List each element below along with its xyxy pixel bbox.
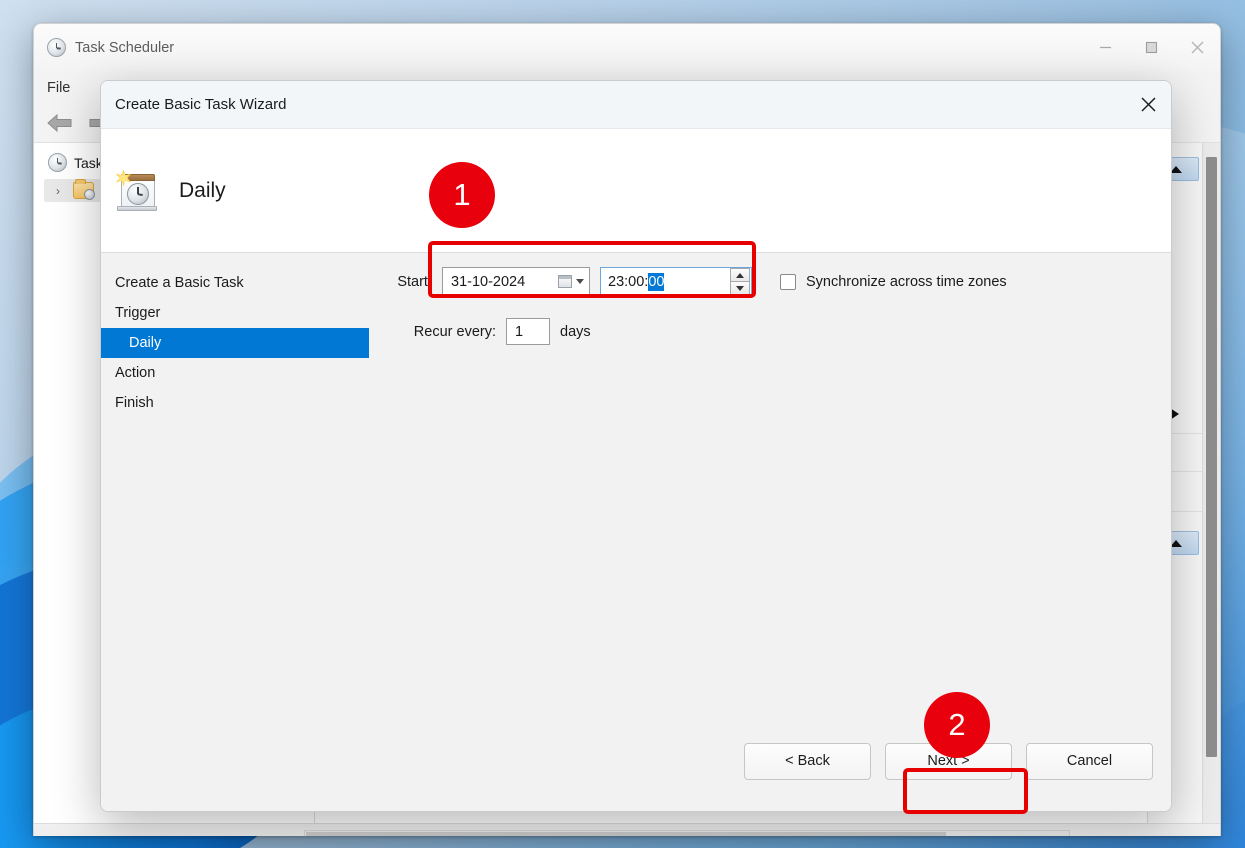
wizard-step-nav: Create a Basic Task Trigger Daily Action…: [101, 253, 369, 418]
window-controls: [1082, 24, 1220, 71]
wizard-close-button[interactable]: [1125, 81, 1171, 128]
chevron-down-icon[interactable]: [576, 279, 584, 284]
clock-icon: [48, 153, 67, 172]
start-date-input[interactable]: 31-10-2024: [442, 267, 590, 296]
nav-step-create-a-basic-task[interactable]: Create a Basic Task: [101, 268, 369, 298]
wizard-footer: < Back Next > Cancel: [101, 711, 1171, 811]
recur-interval-value: 1: [515, 323, 524, 340]
start-time-input[interactable]: 23:00:00: [600, 267, 752, 296]
window-titlebar: Task Scheduler: [34, 24, 1220, 71]
recur-label: Recur every:: [413, 323, 496, 340]
status-bar: ···: [34, 823, 1220, 836]
nav-step-daily[interactable]: Daily: [101, 328, 369, 358]
recur-row: Recur every: 1 days: [386, 318, 1171, 345]
sync-time-zones-checkbox[interactable]: [780, 273, 796, 290]
start-row: Start: 31-10-2024 23:00:00 Synchronize a…: [386, 267, 1171, 296]
annotation-badge-1: 1: [429, 162, 495, 228]
cancel-button[interactable]: Cancel: [1026, 742, 1153, 780]
chevron-right-icon[interactable]: ›: [56, 184, 68, 198]
recur-interval-input[interactable]: 1: [506, 318, 550, 345]
maximize-button[interactable]: [1128, 24, 1174, 71]
wizard-page-title: Daily: [179, 178, 226, 202]
wizard-header: Daily: [101, 129, 1171, 253]
start-time-value: 23:00:00: [608, 272, 730, 291]
window-title: Task Scheduler: [75, 39, 175, 56]
vertical-scrollbar[interactable]: [1202, 143, 1220, 823]
start-label: Start:: [397, 273, 432, 290]
recur-unit-label: days: [560, 323, 591, 340]
wizard-title: Create Basic Task Wizard: [115, 96, 287, 113]
annotation-badge-2: 2: [924, 692, 990, 758]
horizontal-scrollbar-thumb[interactable]: [306, 832, 946, 836]
tree-root-label: Task: [74, 154, 103, 171]
close-button[interactable]: [1174, 24, 1220, 71]
spinner-up-icon[interactable]: [730, 268, 750, 281]
calendar-clock-icon: [115, 169, 159, 212]
start-date-value: 31-10-2024: [451, 273, 526, 290]
menu-item-file[interactable]: File: [47, 80, 70, 96]
time-spinner[interactable]: [730, 268, 750, 295]
task-folder-icon: [73, 179, 95, 200]
spinner-down-icon[interactable]: [730, 281, 750, 295]
wizard-titlebar: Create Basic Task Wizard: [101, 81, 1171, 129]
sync-time-zones-label: Synchronize across time zones: [806, 273, 1007, 290]
task-scheduler-app-icon: [47, 38, 66, 57]
minimize-button[interactable]: [1082, 24, 1128, 71]
nav-step-trigger[interactable]: Trigger: [101, 298, 369, 328]
horizontal-scrollbar[interactable]: [304, 830, 1070, 836]
wizard-form: Start: 31-10-2024 23:00:00 Synchronize a…: [386, 253, 1171, 355]
back-button[interactable]: < Back: [744, 742, 871, 780]
vertical-scrollbar-thumb[interactable]: [1206, 157, 1217, 757]
start-time-prefix: 23:00:: [608, 273, 649, 290]
calendar-icon[interactable]: [558, 275, 572, 288]
create-basic-task-wizard-dialog: Create Basic Task Wizard Daily Create a …: [100, 80, 1172, 812]
back-arrow-icon[interactable]: [46, 112, 76, 134]
wizard-content: Create a Basic Task Trigger Daily Action…: [101, 253, 1171, 811]
nav-step-finish[interactable]: Finish: [101, 388, 369, 418]
window-title-group: Task Scheduler: [34, 38, 174, 57]
start-time-selected-segment: 00: [648, 272, 665, 291]
nav-step-action[interactable]: Action: [101, 358, 369, 388]
